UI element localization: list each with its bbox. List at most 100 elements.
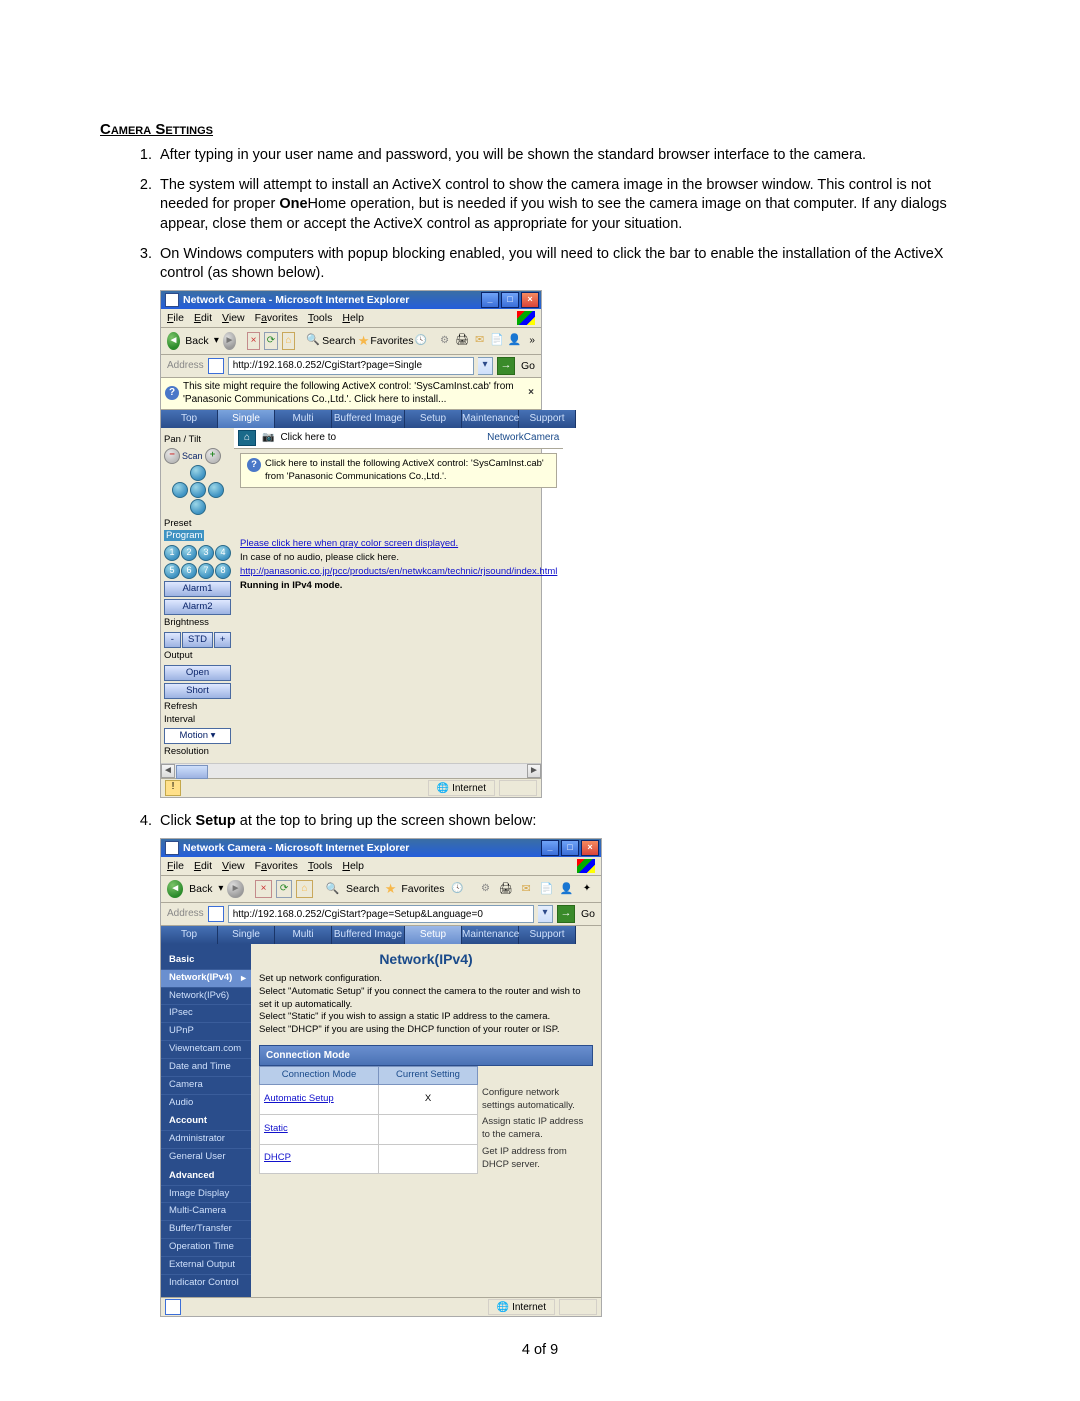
search-icon[interactable] (306, 332, 320, 350)
preset-8[interactable]: 8 (215, 563, 231, 579)
sidebar-item-operation-time[interactable]: Operation Time (161, 1238, 251, 1256)
address-input-2[interactable] (228, 905, 534, 923)
sidebar-item-image-display[interactable]: Image Display (161, 1185, 251, 1203)
address-input[interactable] (228, 357, 474, 375)
sidebar-item-viewnetcam-com[interactable]: Viewnetcam.com (161, 1040, 251, 1058)
menu-view-2[interactable]: View (222, 859, 245, 873)
tab2-support[interactable]: Support (519, 926, 576, 944)
activex-popup[interactable]: ? Click here to install the following Ac… (240, 453, 557, 489)
favorites-label-2[interactable]: Favorites (400, 879, 445, 899)
zoom-out-button[interactable]: − (164, 448, 180, 464)
gear-icon[interactable] (438, 332, 451, 350)
tab2-multi[interactable]: Multi (275, 926, 332, 944)
doc-icon-2[interactable] (538, 880, 554, 898)
sidebar-item-buffer-transfer[interactable]: Buffer/Transfer (161, 1220, 251, 1238)
pan-left-button[interactable] (172, 482, 188, 498)
pan-right-button[interactable] (208, 482, 224, 498)
sidebar-item-network-ipv6-[interactable]: Network(IPv6) (161, 987, 251, 1005)
menu-file-2[interactable]: File (167, 859, 184, 873)
sidebar-item-audio[interactable]: Audio (161, 1094, 251, 1112)
address-dropdown-icon-2[interactable]: ▾ (538, 905, 553, 923)
preset-3[interactable]: 3 (198, 545, 214, 561)
tab-support[interactable]: Support (519, 410, 576, 428)
infobar-close-icon[interactable]: × (525, 387, 537, 399)
tab-buffered-image[interactable]: Buffered Image (332, 410, 405, 428)
sidebar-item-camera[interactable]: Camera (161, 1076, 251, 1094)
sidebar-item-upnp[interactable]: UPnP (161, 1022, 251, 1040)
back-button-2[interactable]: ◄ (167, 880, 183, 898)
preset-5[interactable]: 5 (164, 563, 180, 579)
scroll-left-icon[interactable]: ◄ (161, 764, 175, 778)
scroll-right-icon[interactable]: ► (527, 764, 541, 778)
tab-top[interactable]: Top (161, 410, 218, 428)
sidebar-item-general-user[interactable]: General User (161, 1148, 251, 1166)
tab2-top[interactable]: Top (161, 926, 218, 944)
close-button-2[interactable]: × (581, 840, 599, 856)
msn-icon[interactable] (508, 332, 522, 350)
refresh-button[interactable]: ⟳ (264, 332, 278, 350)
extra-icon-2[interactable]: ✦ (579, 880, 595, 898)
menu-tools-2[interactable]: Tools (308, 859, 333, 873)
favorites-label[interactable]: Favorites (373, 331, 410, 351)
tilt-down-button[interactable] (190, 499, 206, 515)
maximize-button-2[interactable]: □ (561, 840, 579, 856)
motion-select[interactable]: Motion ▾ (164, 728, 231, 744)
go-button[interactable]: → (497, 357, 515, 375)
stop-button-2[interactable]: × (255, 880, 271, 898)
print-icon[interactable] (455, 332, 469, 350)
tab2-single[interactable]: Single (218, 926, 275, 944)
address-dropdown-icon[interactable]: ▾ (478, 357, 493, 375)
search-label[interactable]: Search (324, 331, 354, 351)
sidebar-item-external-output[interactable]: External Output (161, 1256, 251, 1274)
close-button[interactable]: × (521, 292, 539, 308)
search-icon-2[interactable] (324, 880, 340, 898)
gray-screen-link[interactable]: Please click here when gray color screen… (240, 538, 557, 551)
back-chevron-icon[interactable]: ▾ (214, 334, 219, 348)
minimize-button-2[interactable]: _ (541, 840, 559, 856)
menu-favorites[interactable]: Favorites (255, 311, 298, 325)
click-here-text[interactable]: Click here to (280, 431, 336, 445)
brightness-plus[interactable]: + (214, 632, 231, 648)
tilt-up-button[interactable] (190, 465, 206, 481)
tab-single[interactable]: Single (218, 410, 275, 428)
print-icon-2[interactable] (498, 880, 514, 898)
search-label-2[interactable]: Search (345, 879, 381, 899)
back-chevron-icon-2[interactable]: ▾ (218, 882, 223, 896)
sidebar-item-administrator[interactable]: Administrator (161, 1130, 251, 1148)
tab2-setup[interactable]: Setup (405, 926, 462, 944)
history-icon[interactable] (414, 332, 427, 350)
mode-automatic-setup[interactable]: Automatic Setup (260, 1085, 379, 1115)
preset-2[interactable]: 2 (181, 545, 197, 561)
home-button[interactable]: ⌂ (282, 332, 296, 350)
msn-icon-2[interactable] (558, 880, 574, 898)
tab2-buffered-image[interactable]: Buffered Image (332, 926, 405, 944)
maximize-button[interactable]: □ (501, 292, 519, 308)
favorites-icon[interactable]: ★ (358, 332, 370, 350)
tab-setup[interactable]: Setup (405, 410, 462, 428)
scroll-thumb[interactable] (176, 765, 208, 779)
sidebar-item-ipsec[interactable]: IPsec (161, 1004, 251, 1022)
tab-maintenance[interactable]: Maintenance (462, 410, 519, 428)
refresh-button-2[interactable]: ⟳ (276, 880, 292, 898)
sidebar-item-multi-camera[interactable]: Multi-Camera (161, 1202, 251, 1220)
brightness-std[interactable]: STD (182, 632, 214, 648)
menu-edit-2[interactable]: Edit (194, 859, 212, 873)
program-label[interactable]: Program (164, 530, 204, 541)
favorites-icon-2[interactable]: ★ (385, 880, 397, 898)
sidebar-item-date-and-time[interactable]: Date and Time (161, 1058, 251, 1076)
doc-icon[interactable] (490, 332, 504, 350)
camera-home-icon[interactable]: ⌂ (238, 430, 256, 446)
mail-icon-2[interactable] (518, 880, 534, 898)
tab2-maintenance[interactable]: Maintenance (462, 926, 519, 944)
panasonic-url-link[interactable]: http://panasonic.co.jp/pcc/products/en/n… (240, 566, 557, 579)
gear-icon-2[interactable] (477, 880, 493, 898)
tab-multi[interactable]: Multi (275, 410, 332, 428)
back-label-2[interactable]: Back (187, 879, 214, 899)
brightness-minus[interactable]: - (164, 632, 181, 648)
sidebar-item-indicator-control[interactable]: Indicator Control (161, 1274, 251, 1292)
menu-help[interactable]: Help (342, 311, 364, 325)
go-button-2[interactable]: → (557, 905, 575, 923)
history-icon-2[interactable] (449, 880, 465, 898)
activex-infobar[interactable]: ? This site might require the following … (161, 378, 541, 410)
preset-4[interactable]: 4 (215, 545, 231, 561)
